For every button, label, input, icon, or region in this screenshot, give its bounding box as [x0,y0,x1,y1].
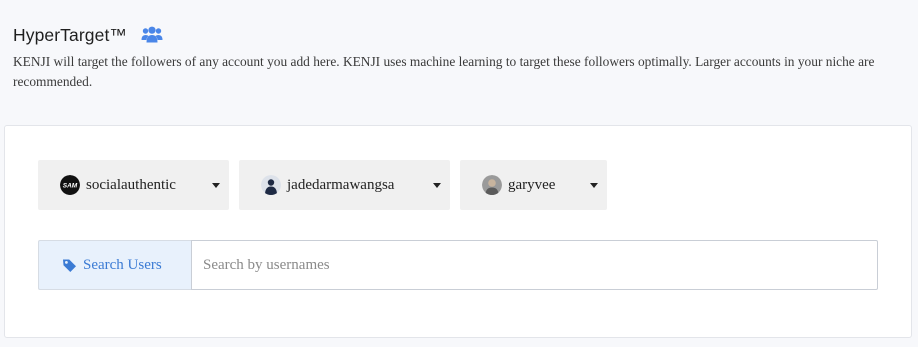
title-row: HyperTarget™ [13,24,903,46]
search-users-button[interactable]: Search Users [38,240,191,290]
account-dropdown-garyvee[interactable]: garyvee [460,160,607,210]
account-name: garyvee [508,176,556,193]
page-title: HyperTarget™ [13,24,128,45]
hypertarget-card: SAM socialauthentic jadedarmawangsa gary… [4,125,912,338]
chevron-down-icon [433,183,441,188]
header-section: HyperTarget™ KENJI will target the follo… [13,24,903,92]
account-dropdown-socialauthentic[interactable]: SAM socialauthentic [38,160,229,210]
svg-text:SAM: SAM [63,183,78,190]
chevron-down-icon [590,183,598,188]
sam-logo-avatar: SAM [60,175,80,195]
search-input[interactable] [191,240,878,290]
search-users-label: Search Users [83,256,162,273]
account-name: socialauthentic [86,176,176,193]
tag-icon [62,258,77,273]
person-photo-avatar [482,175,502,195]
page-description: KENJI will target the followers of any a… [13,54,875,89]
users-icon [141,26,163,44]
person-photo-avatar [261,175,281,195]
account-dropdown-jadedarmawangsa[interactable]: jadedarmawangsa [239,160,450,210]
account-name: jadedarmawangsa [287,176,395,193]
search-group: Search Users [38,240,878,290]
chevron-down-icon [212,183,220,188]
